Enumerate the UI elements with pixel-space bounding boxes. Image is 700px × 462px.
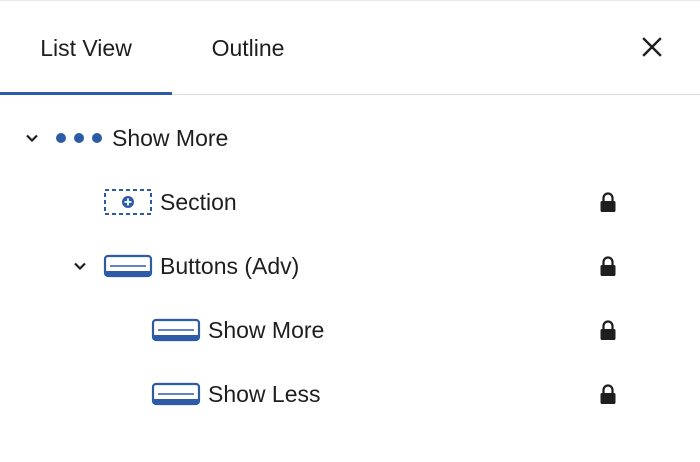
tree-row-label: Section: [160, 189, 237, 215]
tab-list-view-label: List View: [40, 34, 132, 61]
tree-row-section[interactable]: Section: [0, 170, 700, 234]
buttons-icon: [103, 250, 153, 282]
lock-icon: [596, 254, 620, 278]
chevron-down-icon[interactable]: [22, 128, 42, 148]
close-icon: [641, 36, 663, 63]
section-icon: [103, 186, 153, 218]
tree-row-label: Show More: [208, 317, 325, 343]
tree-row-label: Show Less: [208, 381, 321, 407]
tree-row-show-less-button[interactable]: Show Less: [0, 362, 700, 426]
active-tab-indicator: [0, 92, 172, 95]
tab-list-view[interactable]: List View: [0, 1, 172, 95]
lock-icon: [596, 318, 620, 342]
block-tree: Show More Section Buttons (Adv) Show Mor…: [0, 106, 700, 426]
more-dots-icon: [54, 122, 104, 154]
tab-outline[interactable]: Outline: [172, 1, 324, 95]
tree-row-show-more-button[interactable]: Show More: [0, 298, 700, 362]
list-view-panel: List View Outline Show More Section Butt…: [0, 0, 700, 462]
tab-bar: List View Outline: [0, 1, 700, 95]
tree-row-buttons-adv[interactable]: Buttons (Adv): [0, 234, 700, 298]
lock-icon: [596, 382, 620, 406]
close-button[interactable]: [632, 29, 672, 69]
button-icon: [151, 378, 201, 410]
button-icon: [151, 314, 201, 346]
tree-row-show-more-group[interactable]: Show More: [0, 106, 700, 170]
tab-outline-label: Outline: [211, 34, 285, 61]
chevron-down-icon[interactable]: [70, 256, 90, 276]
tree-row-label: Buttons (Adv): [160, 253, 300, 279]
tree-row-label: Show More: [112, 125, 229, 151]
lock-icon: [596, 190, 620, 214]
